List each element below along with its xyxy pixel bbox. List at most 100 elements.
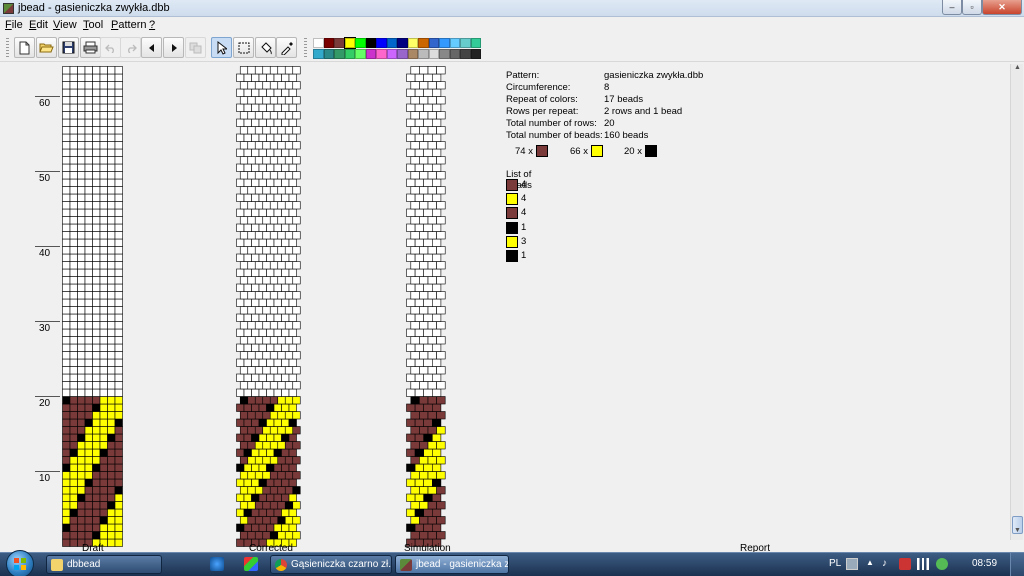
palette-swatch[interactable]	[470, 49, 481, 59]
draft-grid[interactable]	[62, 66, 123, 547]
palette-swatch[interactable]	[334, 38, 345, 48]
menu-tool[interactable]: Tool	[83, 19, 103, 31]
menu-help[interactable]: ?	[149, 19, 155, 31]
palette-swatch[interactable]	[460, 49, 471, 59]
save-button[interactable]	[58, 37, 79, 58]
bead-cell	[251, 103, 260, 112]
redo-button[interactable]	[120, 37, 141, 58]
taskbar-item-jbead[interactable]: jbead - gasieniczka z...	[395, 555, 509, 574]
palette-swatch[interactable]	[334, 49, 345, 59]
volume-icon[interactable]: ♪	[882, 558, 894, 570]
palette-swatch[interactable]	[397, 38, 408, 48]
bead-cell	[247, 276, 256, 285]
open-file-button[interactable]	[36, 37, 57, 58]
scroll-up-icon[interactable]: ▲	[1012, 64, 1023, 76]
palette-swatch[interactable]	[439, 49, 450, 59]
print-button[interactable]	[80, 37, 101, 58]
palette-swatch[interactable]	[428, 49, 439, 59]
palette-swatch[interactable]	[460, 38, 471, 48]
menu-view[interactable]: View	[53, 19, 77, 31]
security-alert-icon[interactable]	[899, 558, 911, 570]
menu-edit[interactable]: Edit	[29, 19, 48, 31]
bead-cell	[266, 238, 275, 247]
palette-swatch[interactable]	[365, 38, 376, 48]
palette-swatch[interactable]	[407, 49, 418, 59]
arrow-right-icon	[171, 43, 177, 52]
palette-swatch[interactable]	[355, 49, 366, 59]
corrected-grid[interactable]	[236, 66, 305, 547]
palette-swatch[interactable]	[365, 49, 376, 59]
taskbar-item-dbbead[interactable]: dbbead	[46, 555, 162, 574]
palette-swatch[interactable]	[323, 49, 334, 59]
bead-cell	[254, 156, 264, 165]
menu-file[interactable]: File	[5, 19, 23, 31]
pointer-tool-button[interactable]	[211, 37, 232, 58]
palette-swatch[interactable]	[323, 38, 334, 48]
palette-swatch[interactable]	[386, 49, 397, 59]
palette-swatch[interactable]	[449, 49, 460, 59]
palette-swatch[interactable]	[428, 38, 439, 48]
palette-swatch[interactable]	[470, 38, 481, 48]
previous-button[interactable]	[141, 37, 162, 58]
simulation-bead	[436, 441, 446, 450]
simulation-bead	[410, 276, 420, 285]
palette-swatch[interactable]	[449, 38, 460, 48]
bead-cell	[281, 328, 290, 337]
bead-cell	[99, 306, 108, 315]
simulation-bead	[419, 501, 429, 510]
fill-tool-button[interactable]	[255, 37, 276, 58]
start-button[interactable]	[6, 550, 34, 576]
pipette-tool-button[interactable]	[276, 37, 297, 58]
system-clock[interactable]: 08:59	[972, 558, 997, 569]
palette-swatch[interactable]	[439, 38, 450, 48]
copy-button[interactable]	[185, 37, 206, 58]
update-icon[interactable]	[936, 558, 948, 570]
minimize-button[interactable]: –	[942, 0, 962, 15]
simulation-bead	[423, 403, 433, 412]
scroll-down-icon[interactable]: ▼	[1012, 527, 1023, 539]
bead-cell	[251, 268, 260, 277]
palette-swatch[interactable]	[344, 49, 355, 59]
tray-expand-icon[interactable]: ▲	[866, 558, 878, 570]
palette-swatch[interactable]	[313, 38, 324, 48]
simulation-bead	[410, 171, 420, 180]
report-value: 20	[604, 118, 615, 129]
bead-cell	[251, 418, 260, 427]
simulation-bead	[406, 193, 416, 202]
palette-swatch[interactable]	[376, 38, 387, 48]
menu-pattern[interactable]: Pattern	[111, 19, 146, 31]
palette-swatch[interactable]	[397, 49, 408, 59]
palette-swatch[interactable]	[343, 37, 356, 49]
simulation-bead	[419, 261, 429, 270]
paint-app-icon[interactable]	[244, 557, 258, 571]
palette-swatch[interactable]	[386, 38, 397, 48]
bluetooth-icon[interactable]	[210, 557, 224, 571]
palette-swatch[interactable]	[418, 49, 429, 59]
undo-button[interactable]	[100, 37, 121, 58]
toolbar-grip[interactable]	[6, 38, 9, 58]
palette-swatch[interactable]	[418, 38, 429, 48]
bead-cell	[114, 351, 123, 360]
palette-swatch[interactable]	[355, 38, 366, 48]
palette-swatch[interactable]	[376, 49, 387, 59]
bead-cell	[258, 388, 267, 397]
network-icon[interactable]	[917, 558, 929, 570]
new-file-button[interactable]	[14, 37, 35, 58]
simulation-bead	[431, 508, 442, 517]
taskbar-item-chrome[interactable]: Gąsieniczka czarno zł...	[270, 555, 392, 574]
vertical-scrollbar[interactable]: ▲ ▼	[1010, 64, 1023, 540]
simulation-grid[interactable]	[406, 66, 446, 547]
palette-swatch[interactable]	[407, 38, 418, 48]
bead-cell	[77, 118, 86, 127]
keyboard-icon[interactable]	[846, 558, 858, 570]
show-desktop-button[interactable]	[1010, 553, 1024, 576]
bead-cell	[288, 178, 297, 187]
bead-cell	[77, 261, 86, 270]
next-button[interactable]	[163, 37, 184, 58]
select-tool-button[interactable]	[233, 37, 254, 58]
close-button[interactable]: ✕	[982, 0, 1022, 15]
palette-swatch[interactable]	[313, 49, 324, 59]
bead-cell	[273, 118, 282, 127]
language-indicator[interactable]: PL	[829, 558, 841, 569]
maximize-button[interactable]: ▫	[962, 0, 982, 15]
